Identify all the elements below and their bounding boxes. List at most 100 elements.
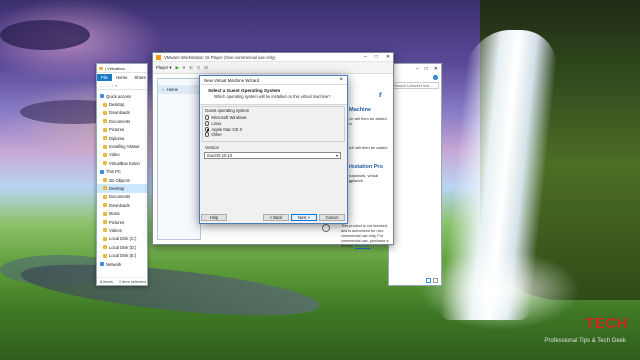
upgrade-text-fragment: napshots, virtual network — [349, 173, 379, 183]
details-view-icon[interactable] — [426, 278, 431, 283]
nav-item[interactable]: Pictures — [97, 126, 147, 134]
close-icon[interactable]: ✕ — [434, 66, 438, 72]
ribbon-tab-share[interactable]: Share — [131, 74, 148, 81]
explorer-title: | Virtualbox … — [105, 65, 130, 71]
folder-icon — [103, 211, 107, 216]
unity-icon[interactable]: ⊡ — [197, 65, 201, 71]
dropdown-arrow-icon[interactable]: ▾ — [183, 65, 185, 71]
nav-item-label: Music — [109, 211, 120, 217]
new-vm-wizard-dialog[interactable]: New Virtual Machine Wizard × Select a Gu… — [199, 75, 348, 224]
minimize-icon[interactable]: – — [416, 66, 419, 72]
nav-item[interactable]: Downloads — [97, 109, 147, 117]
nav-item[interactable]: Videos — [97, 226, 147, 234]
folder-icon — [103, 236, 107, 241]
nav-item[interactable]: Installing VMwar — [97, 142, 147, 150]
vmware-logo-icon — [156, 54, 161, 60]
home-label: Home — [166, 87, 179, 92]
view-toggle-icons — [426, 278, 438, 283]
next-button[interactable]: Next > — [291, 214, 317, 221]
mist — [420, 250, 580, 330]
nav-item[interactable]: Local Disk (D:) — [97, 243, 147, 251]
wizard-header: Select a Guest Operating System Which op… — [200, 85, 347, 105]
buy-now-link[interactable]: Buy now. — [355, 244, 370, 248]
nav-item[interactable]: Diploma — [97, 134, 147, 142]
radio-label: Microsoft Windows — [211, 115, 247, 120]
library-home-item[interactable]: ⌂ Home — [158, 85, 200, 94]
tiles-view-icon[interactable] — [433, 278, 438, 283]
close-icon[interactable]: ✕ — [386, 54, 390, 60]
cancel-button[interactable]: Cancel — [319, 214, 345, 221]
ribbon-tab-home[interactable]: Home — [113, 74, 130, 81]
watermark-tagline: Professional Tips & Tech Geek — [544, 338, 626, 344]
maximize-icon[interactable]: □ — [375, 54, 378, 60]
close-icon[interactable]: × — [339, 77, 343, 83]
file-explorer-window[interactable]: | Virtualbox … File Home Share ← → ↑ « Q… — [96, 63, 148, 286]
nav-item-label: Documents — [109, 118, 131, 124]
radio-dot — [205, 132, 210, 137]
nav-item[interactable]: Documents — [97, 117, 147, 125]
explorer-window-controls: – □ ✕ — [389, 64, 441, 73]
vmware-toolbar: Player ▾ ▶ ▾ ⊞ ⊡ ⊠ — [153, 62, 393, 74]
back-button[interactable]: < Back — [263, 214, 289, 221]
nav-item[interactable]: 3D Objects — [97, 176, 147, 184]
nav-item[interactable]: Pictures — [97, 218, 147, 226]
folder-icon — [103, 102, 107, 107]
nav-item-label: Documents — [109, 194, 131, 200]
explorer-titlebar[interactable]: | Virtualbox … — [97, 64, 147, 73]
nav-item[interactable]: This PC — [97, 168, 147, 176]
radio-other[interactable]: Other — [205, 132, 222, 137]
radio-linux[interactable]: Linux — [205, 121, 221, 126]
nav-item[interactable]: Local Disk (C:) — [97, 235, 147, 243]
nav-item-label: Network — [106, 261, 122, 267]
nav-item-label: Downloads — [109, 110, 130, 116]
send-keys-icon[interactable]: ⊞ — [189, 65, 193, 71]
license-line-3: license. — [341, 244, 354, 248]
nav-item[interactable]: Documents — [97, 193, 147, 201]
license-info-icon — [322, 224, 330, 232]
explorer-status-bar: 8 items 1 item selected — [97, 277, 147, 285]
nav-item[interactable]: Desktop — [97, 100, 147, 108]
nav-item-label: Local Disk (D:) — [109, 244, 137, 250]
version-select[interactable]: macOS 10.13 ▾ — [204, 152, 341, 159]
nav-item[interactable]: Local Disk (E:) — [97, 251, 147, 259]
explorer-search-box[interactable]: Search Unlocker Inst… — [391, 82, 439, 89]
radio-microsoft-windows[interactable]: Microsoft Windows — [205, 115, 247, 120]
wizard-subheading: Which operating system will be installed… — [214, 94, 331, 99]
back-arrow-icon[interactable]: ← — [99, 83, 103, 88]
ribbon-tab-file[interactable]: File — [97, 73, 112, 81]
explorer-address-bar[interactable]: ← → ↑ « — [97, 81, 147, 90]
player-menu[interactable]: Player ▾ — [156, 65, 172, 71]
wizard-heading: Select a Guest Operating System — [208, 88, 281, 93]
help-icon[interactable]: ? — [433, 74, 438, 80]
vmware-titlebar[interactable]: VMware Workstation 15 Player (Non-commer… — [153, 53, 393, 62]
nav-item[interactable]: Video — [97, 151, 147, 159]
nav-item-label: Local Disk (C:) — [109, 236, 137, 242]
wizard-titlebar[interactable]: New Virtual Machine Wizard × — [200, 76, 347, 85]
nav-item[interactable]: Network — [97, 260, 147, 268]
wizard-title: New Virtual Machine Wizard — [204, 77, 260, 83]
play-icon[interactable]: ▶ — [176, 65, 179, 71]
nav-item[interactable]: Music — [97, 209, 147, 217]
license-notice: This product is not licensed and is auth… — [341, 224, 391, 249]
fullscreen-icon[interactable]: ⊠ — [204, 65, 208, 71]
location-icon — [100, 94, 104, 99]
help-button[interactable]: Help — [201, 214, 227, 221]
create-vm-heading-fragment[interactable]: Machine — [349, 107, 371, 113]
up-arrow-icon[interactable]: ↑ — [111, 83, 113, 88]
nav-item[interactable]: VirtualBox Exten — [97, 159, 147, 167]
nav-item-label: Pictures — [109, 127, 125, 133]
file-explorer-right-edge: – □ ✕ ? Search Unlocker Inst… — [388, 63, 442, 286]
nav-item[interactable]: Desktop — [97, 184, 147, 193]
nav-item[interactable]: Quick access — [97, 92, 147, 100]
forward-arrow-icon[interactable]: → — [105, 83, 109, 88]
home-icon: ⌂ — [162, 87, 165, 92]
folder-icon — [103, 203, 107, 208]
river — [18, 254, 322, 326]
radio-label: Linux — [211, 121, 222, 126]
upgrade-heading-fragment[interactable]: rkstation Pro — [349, 164, 383, 170]
minimize-icon[interactable]: – — [364, 54, 367, 60]
watermark-logo: TECH — [585, 315, 628, 332]
folder-icon — [103, 245, 107, 250]
maximize-icon[interactable]: □ — [425, 66, 428, 72]
nav-item[interactable]: Downloads — [97, 201, 147, 209]
